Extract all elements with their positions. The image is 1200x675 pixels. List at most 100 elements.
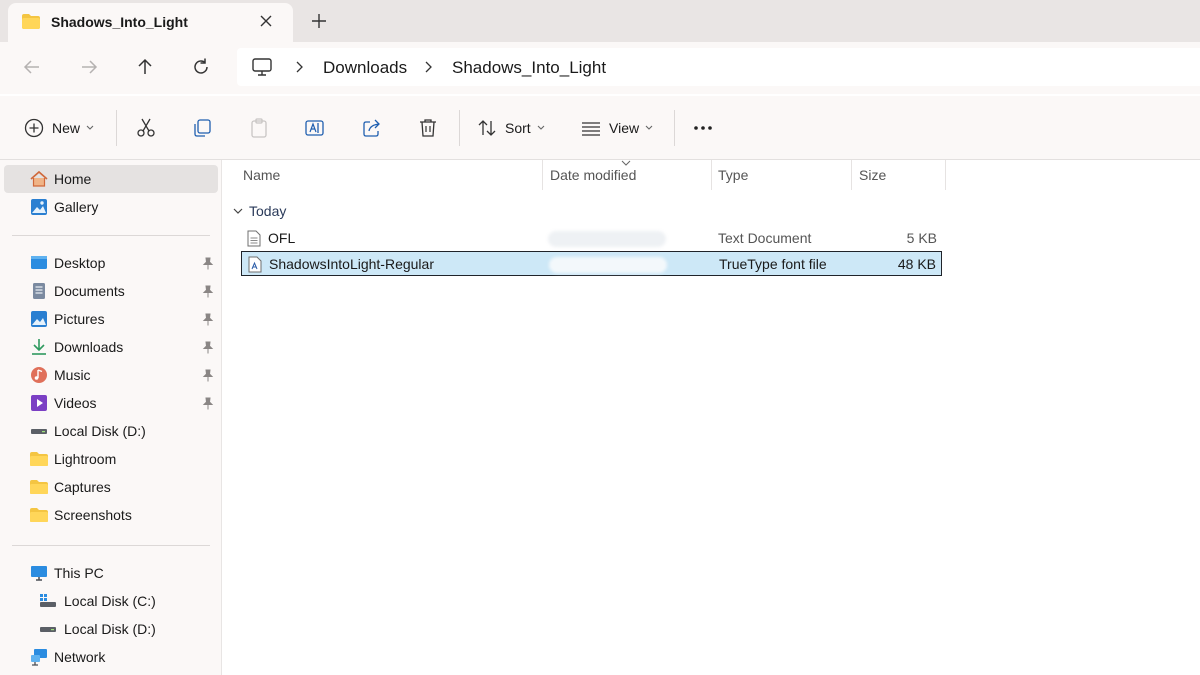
delete-button[interactable] [417, 116, 439, 140]
sidebar-item-label: Gallery [54, 199, 99, 215]
column-header-size[interactable]: Size [859, 167, 886, 183]
folder-icon [22, 14, 40, 29]
breadcrumb-shadows-into-light[interactable]: Shadows_Into_Light [452, 58, 606, 78]
tab-shadows-into-light[interactable]: Shadows_Into_Light [8, 3, 293, 42]
sort-button[interactable]: Sort [476, 116, 545, 140]
plus-circle-icon [24, 118, 44, 138]
sidebar-item-label: Lightroom [54, 451, 117, 467]
new-tab-icon[interactable] [310, 12, 328, 30]
group-label: Today [249, 203, 287, 219]
sidebar-item-local-disk-d[interactable]: Local Disk (D:) [4, 417, 218, 445]
sidebar-item-local-disk-d[interactable]: Local Disk (D:) [4, 615, 218, 643]
sidebar-item-desktop[interactable]: Desktop [4, 249, 218, 277]
sidebar-item-label: Screenshots [54, 507, 132, 523]
sidebar-item-lightroom[interactable]: Lightroom [4, 445, 218, 473]
folder-icon [30, 508, 48, 522]
sidebar-item-label: Documents [54, 283, 125, 299]
navigation-pane: Home Gallery Desktop Documents Pictures … [0, 160, 222, 675]
up-arrow-icon[interactable] [134, 56, 156, 78]
sidebar-item-pictures[interactable]: Pictures [4, 305, 218, 333]
sidebar-item-label: Captures [54, 479, 111, 495]
chevron-down-icon [537, 125, 545, 130]
font-file-icon [248, 256, 262, 273]
sidebar-item-network[interactable]: Network [4, 643, 218, 671]
home-icon [30, 170, 48, 187]
chevron-right-icon[interactable] [423, 61, 433, 73]
file-size: 5 KB [906, 230, 937, 246]
toolbar-divider [459, 110, 460, 146]
rename-button[interactable] [304, 116, 326, 140]
sidebar-item-label: Pictures [54, 311, 105, 327]
file-size: 48 KB [897, 256, 936, 272]
computer-icon [31, 566, 47, 581]
pin-icon[interactable] [202, 397, 214, 410]
sidebar-item-downloads[interactable]: Downloads [4, 333, 218, 361]
file-row-ofl[interactable]: OFL Text Document 5 KB [241, 226, 942, 251]
column-divider[interactable] [851, 160, 852, 190]
more-icon [694, 126, 712, 130]
column-divider[interactable] [945, 160, 946, 190]
share-icon [363, 119, 380, 137]
sidebar-item-music[interactable]: Music [4, 361, 218, 389]
file-name: OFL [268, 230, 296, 246]
copy-button[interactable] [191, 116, 213, 140]
pin-icon[interactable] [202, 369, 214, 382]
file-name: ShadowsIntoLight-Regular [269, 256, 434, 272]
view-button[interactable]: View [580, 116, 653, 140]
column-header-date-modified[interactable]: Date modified [550, 167, 636, 183]
sidebar-item-gallery[interactable]: Gallery [4, 193, 218, 221]
clipboard-icon [251, 118, 267, 138]
pin-icon[interactable] [202, 313, 214, 326]
paste-button[interactable] [248, 116, 270, 140]
group-header-today[interactable]: Today [233, 202, 286, 220]
sidebar-item-label: Desktop [54, 255, 106, 271]
computer-icon[interactable] [252, 58, 272, 76]
toolbar-divider [674, 110, 675, 146]
sidebar-item-label: Network [54, 649, 106, 665]
sidebar-item-home[interactable]: Home [4, 165, 218, 193]
column-divider[interactable] [542, 160, 543, 190]
sidebar-item-documents[interactable]: Documents [4, 277, 218, 305]
sidebar-item-captures[interactable]: Captures [4, 473, 218, 501]
new-button[interactable]: New [23, 116, 94, 140]
trash-icon [420, 119, 436, 137]
sidebar-item-videos[interactable]: Videos [4, 389, 218, 417]
sidebar-item-local-disk-c[interactable]: Local Disk (C:) [4, 587, 218, 615]
column-divider[interactable] [711, 160, 712, 190]
pin-icon[interactable] [202, 257, 214, 270]
chevron-down-icon [645, 125, 653, 130]
more-button[interactable] [692, 116, 714, 140]
cut-button[interactable] [135, 116, 157, 140]
column-header-type[interactable]: Type [718, 167, 748, 183]
sidebar-item-label: Home [54, 171, 92, 187]
refresh-icon[interactable] [190, 56, 212, 78]
forward-arrow-icon[interactable] [78, 56, 100, 78]
folder-icon [30, 452, 48, 466]
date-modified-redacted [549, 257, 667, 273]
chevron-right-icon[interactable] [294, 61, 304, 73]
sidebar-item-this-pc[interactable]: This PC [4, 559, 218, 587]
sidebar-divider [12, 235, 210, 236]
pin-icon[interactable] [202, 285, 214, 298]
pin-icon[interactable] [202, 341, 214, 354]
file-type: TrueType font file [719, 256, 827, 272]
column-header-name[interactable]: Name [243, 167, 280, 183]
address-bar[interactable]: Downloads Shadows_Into_Light [237, 48, 1200, 86]
pictures-icon [31, 311, 47, 327]
sidebar-item-screenshots[interactable]: Screenshots [4, 501, 218, 529]
gallery-icon [31, 199, 47, 215]
desktop-icon [31, 256, 47, 269]
copy-icon [194, 119, 211, 137]
file-list: Name Date modified Type Size Today OFL T… [223, 160, 1200, 675]
file-row-shadowsintolight-regular[interactable]: ShadowsIntoLight-Regular TrueType font f… [241, 251, 942, 276]
breadcrumb-downloads[interactable]: Downloads [323, 58, 407, 78]
close-icon[interactable] [258, 13, 274, 29]
sort-icon [478, 120, 496, 136]
sidebar-item-label: This PC [54, 565, 104, 581]
sidebar-item-label: Downloads [54, 339, 124, 355]
share-button[interactable] [361, 116, 383, 140]
sort-label: Sort [505, 120, 531, 136]
back-arrow-icon[interactable] [21, 56, 43, 78]
drive-icon [40, 627, 56, 632]
view-icon [582, 122, 600, 136]
